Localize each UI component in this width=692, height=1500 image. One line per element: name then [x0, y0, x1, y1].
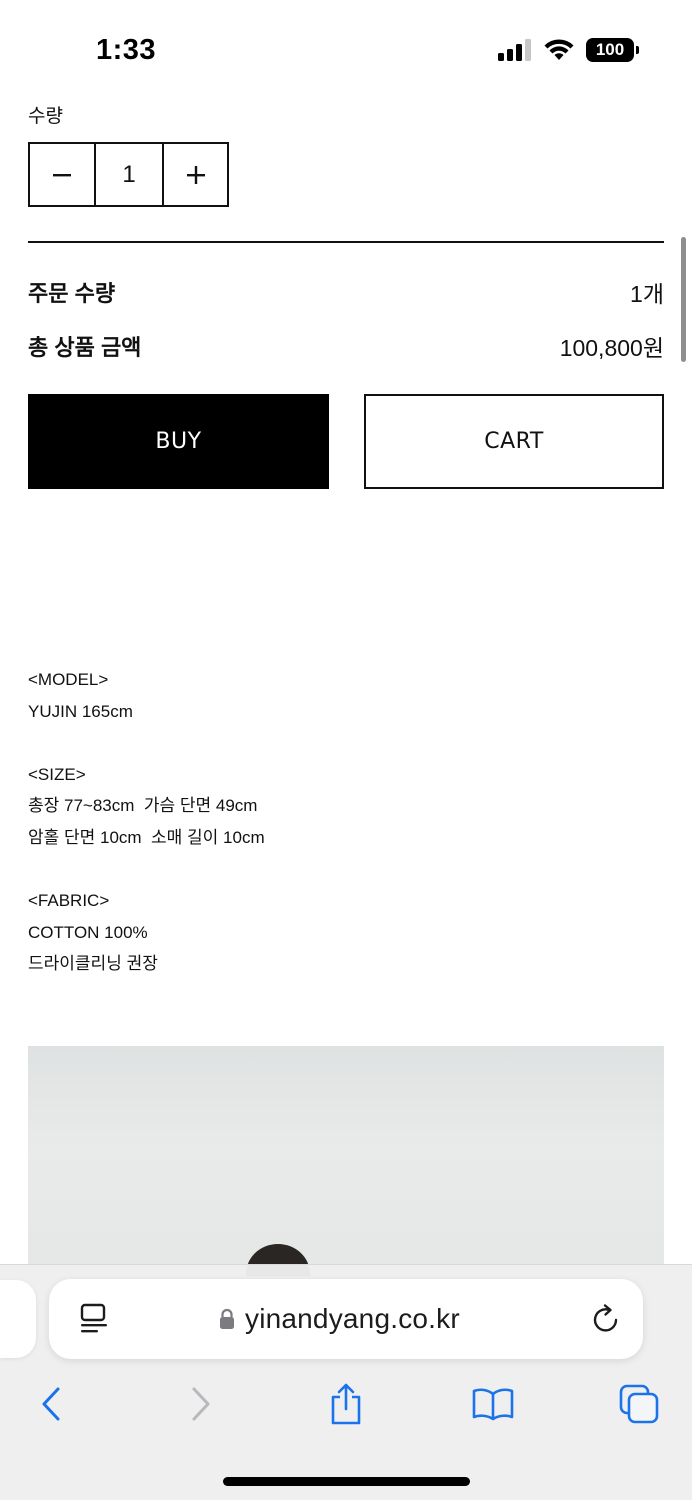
reload-icon[interactable]	[591, 1303, 621, 1335]
forward-button[interactable]	[184, 1380, 218, 1428]
share-button[interactable]	[326, 1380, 366, 1428]
back-button[interactable]	[34, 1380, 68, 1428]
quantity-label: 수량	[28, 106, 63, 127]
quantity-increase-button[interactable]	[164, 144, 227, 205]
description-line: 총장 77~83cm 가슴 단면 49cm	[28, 796, 258, 816]
total-price-value: 100,800원	[559, 335, 664, 361]
battery-level: 100	[595, 40, 625, 59]
chevron-left-icon	[42, 1387, 60, 1421]
cart-button-label: CART	[484, 429, 544, 454]
description-line: <MODEL>	[28, 670, 109, 689]
buy-button-label: BUY	[155, 429, 202, 454]
address-bar[interactable]: yinandyang.co.kr	[49, 1279, 643, 1359]
plus-icon	[186, 165, 205, 184]
order-quantity-label: 주문 수량	[28, 281, 116, 306]
product-photo	[28, 1046, 664, 1276]
description-line: COTTON 100%	[28, 922, 148, 942]
page-menu-icon[interactable]	[79, 1303, 109, 1335]
chevron-right-icon	[192, 1387, 210, 1421]
total-price-label: 총 상품 금액	[28, 335, 142, 360]
quantity-stepper: 1	[28, 142, 229, 207]
status-time: 1:33	[96, 34, 157, 66]
quantity-decrease-button[interactable]	[30, 144, 96, 205]
status-bar: 1:33 100	[0, 0, 692, 92]
page-scrollbar[interactable]	[681, 237, 686, 362]
browser-toolbar	[0, 1380, 692, 1430]
summary-divider	[28, 241, 664, 243]
description-line: 암홀 단면 10cm 소매 길이 10cm	[28, 827, 265, 847]
description-line: 드라이클리닝 권장	[28, 954, 158, 974]
wifi-icon	[544, 39, 574, 60]
browser-chrome: yinandyang.co.kr	[0, 1264, 692, 1500]
battery-indicator: 100	[586, 38, 639, 62]
share-icon	[331, 1383, 361, 1425]
tabs-icon	[619, 1384, 659, 1424]
product-description: <MODEL> YUJIN 165cm <SIZE> 총장 77~83cm 가슴…	[28, 664, 648, 980]
home-indicator[interactable]	[223, 1477, 470, 1486]
minus-icon	[53, 173, 71, 176]
description-line: <FABRIC>	[28, 891, 110, 911]
quantity-value[interactable]: 1	[96, 144, 164, 205]
tabs-button[interactable]	[618, 1380, 660, 1428]
previous-tab-preview[interactable]	[0, 1280, 36, 1358]
status-icons: 100	[498, 38, 639, 62]
description-line	[28, 727, 648, 759]
description-line	[28, 854, 648, 886]
buy-button[interactable]: BUY	[28, 394, 329, 489]
bookmarks-button[interactable]	[470, 1380, 516, 1428]
description-line: <SIZE>	[28, 764, 86, 784]
order-quantity-row: 주문 수량 1개	[28, 275, 664, 309]
url-text: yinandyang.co.kr	[245, 1303, 460, 1334]
lock-icon	[220, 1308, 234, 1329]
cellular-signal-icon	[498, 39, 531, 61]
order-quantity-value: 1개	[630, 281, 664, 307]
cart-button[interactable]: CART	[364, 394, 664, 489]
total-price-row: 총 상품 금액 100,800원	[28, 329, 664, 363]
url-display[interactable]: yinandyang.co.kr	[219, 1279, 460, 1359]
book-icon	[472, 1388, 514, 1421]
description-line: YUJIN 165cm	[28, 701, 133, 721]
